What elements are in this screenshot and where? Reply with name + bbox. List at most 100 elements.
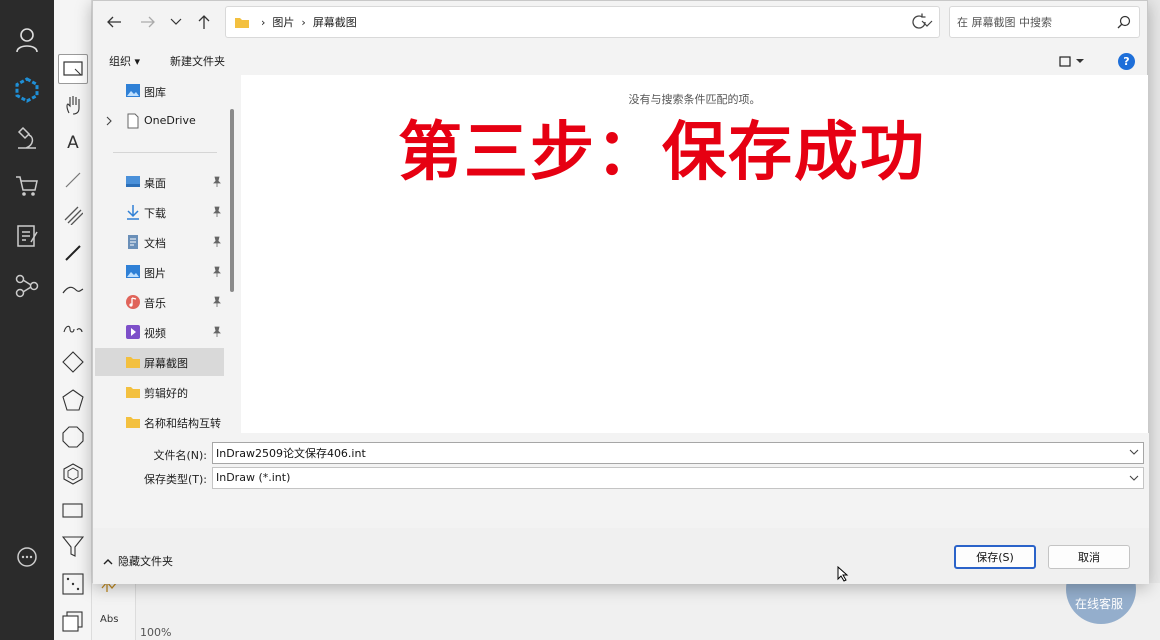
forward-arrow-icon[interactable] (135, 9, 161, 35)
cancel-button[interactable]: 取消 (1048, 545, 1130, 569)
sidebar-item-screenshots[interactable]: 屏幕截图 (95, 348, 224, 376)
sidebar-item-music[interactable]: 音乐 (95, 288, 224, 316)
mouse-cursor-icon (837, 566, 849, 582)
select-tool-icon[interactable] (58, 54, 88, 84)
pin-icon[interactable] (212, 176, 222, 188)
curve-tool-icon[interactable] (58, 275, 88, 305)
hide-folders-label: 隐藏文件夹 (118, 555, 173, 568)
sidebar-item-label: 桌面 (144, 177, 166, 190)
chat-icon[interactable] (0, 538, 54, 578)
back-arrow-icon[interactable] (101, 9, 127, 35)
onedrive-icon (127, 113, 139, 129)
save-button[interactable]: 保存(S) (954, 545, 1036, 569)
pin-icon[interactable] (212, 326, 222, 338)
breadcrumb-item-pictures[interactable]: 图片 (272, 14, 294, 30)
online-service-label[interactable]: 在线客服 (1075, 595, 1123, 612)
breadcrumb-separator-icon: › (301, 15, 306, 29)
microscope-icon[interactable] (0, 118, 54, 158)
sidebar-item-label: 名称和结构互转 (144, 417, 221, 430)
single-bond-tool-icon[interactable] (58, 165, 88, 195)
sidebar-item-name-structure[interactable]: 名称和结构互转 (95, 408, 224, 433)
pin-icon[interactable] (212, 296, 222, 308)
file-list-pane[interactable]: 没有与搜索条件匹配的项。 第三步：保存成功 (241, 75, 1148, 433)
view-icon (1059, 55, 1071, 67)
sidebar-item-desktop[interactable]: 桌面 (95, 168, 224, 196)
refresh-icon[interactable] (909, 12, 929, 32)
sidebar-item-label: 屏幕截图 (144, 357, 188, 370)
gallery-icon (126, 84, 140, 97)
breadcrumb-item-screenshots[interactable]: 屏幕截图 (313, 14, 357, 30)
desktop-icon (126, 176, 140, 187)
help-button[interactable]: ? (1118, 53, 1135, 70)
command-bar: 组织 ▾ 新建文件夹 (93, 45, 1149, 75)
multi-bond-tool-icon[interactable] (58, 200, 88, 230)
download-icon (127, 205, 139, 220)
hide-folders-toggle[interactable]: 隐藏文件夹 (103, 553, 173, 569)
video-icon (126, 325, 140, 339)
user-icon[interactable] (0, 20, 54, 60)
recent-locations-chevron-icon[interactable] (163, 9, 189, 35)
zoom-level: 100% (140, 626, 172, 639)
filename-field (212, 442, 1144, 464)
filename-input[interactable] (213, 443, 1113, 463)
cart-icon[interactable] (0, 166, 54, 206)
new-folder-button[interactable]: 新建文件夹 (170, 53, 225, 69)
document-icon (128, 235, 138, 249)
nav-scrollbar-thumb[interactable] (230, 109, 234, 292)
sidebar-item-pictures[interactable]: 图片 (95, 258, 224, 286)
sidebar-item-label: 剪辑好的 (144, 387, 188, 400)
dice-grid-icon[interactable] (58, 569, 88, 599)
line-tool-icon[interactable] (58, 238, 88, 268)
sidebar-item-onedrive[interactable]: OneDrive (95, 107, 224, 135)
notes-icon[interactable] (0, 216, 54, 256)
search-input[interactable] (950, 7, 1110, 37)
chevron-down-icon[interactable] (1129, 448, 1139, 456)
view-options-button[interactable] (1059, 53, 1089, 69)
octagon-shape-icon[interactable] (58, 422, 88, 452)
dialog-footer: 隐藏文件夹 保存(S) 取消 (93, 528, 1149, 584)
pentagon-shape-icon[interactable] (58, 385, 88, 415)
canvas-area[interactable] (136, 583, 1160, 640)
folder-icon (126, 357, 140, 368)
sidebar-item-label: 图库 (144, 86, 166, 99)
wave-bond-tool-icon[interactable] (58, 312, 88, 342)
sidebar-item-label: 音乐 (144, 297, 166, 310)
search-icon[interactable] (1117, 15, 1131, 29)
music-icon (126, 295, 140, 309)
rectangle-shape-icon[interactable] (58, 496, 88, 526)
molecule-logo-icon[interactable] (0, 70, 54, 110)
pin-icon[interactable] (212, 206, 222, 218)
text-tool-icon[interactable]: A (58, 128, 88, 158)
app-sidebar (0, 0, 54, 640)
sidebar-item-label: 视频 (144, 327, 166, 340)
sidebar-item-edited[interactable]: 剪辑好的 (95, 378, 224, 406)
up-arrow-icon[interactable] (191, 9, 217, 35)
address-bar[interactable]: › 图片 › 屏幕截图 (225, 6, 940, 38)
sidebar-item-videos[interactable]: 视频 (95, 318, 224, 346)
sidebar-item-label: 文档 (144, 237, 166, 250)
network-icon[interactable] (0, 266, 54, 306)
sidebar-item-gallery[interactable]: 图库 (95, 77, 224, 105)
filetype-value: InDraw (*.int) (216, 471, 291, 484)
hand-tool-icon[interactable] (58, 90, 88, 120)
filetype-select[interactable]: InDraw (*.int) (212, 467, 1144, 489)
organize-button[interactable]: 组织 ▾ (109, 53, 140, 69)
layer-stack-icon[interactable] (58, 607, 88, 637)
abs-label[interactable]: Abs (100, 614, 118, 625)
folder-icon (126, 417, 140, 428)
sidebar-item-label: OneDrive (144, 114, 196, 127)
funnel-icon[interactable] (58, 531, 88, 561)
benzene-ring-icon[interactable] (58, 459, 88, 489)
sidebar-item-downloads[interactable]: 下载 (95, 198, 224, 226)
tutorial-caption: 第三步：保存成功 (398, 116, 926, 190)
sidebar-item-documents[interactable]: 文档 (95, 228, 224, 256)
diamond-shape-icon[interactable] (58, 347, 88, 377)
pin-icon[interactable] (212, 236, 222, 248)
drawing-toolbox: A (54, 0, 92, 640)
save-fields: 文件名(N): 保存类型(T): InDraw (*.int) (93, 433, 1149, 528)
pin-icon[interactable] (212, 266, 222, 278)
picture-icon (126, 265, 140, 278)
filetype-label: 保存类型(T): (143, 473, 207, 486)
navigation-pane: 图库 OneDrive 桌面 下载 文档 图片 音乐 视频 屏幕截图 剪辑好的 … (93, 75, 241, 433)
filename-label: 文件名(N): (153, 449, 207, 462)
